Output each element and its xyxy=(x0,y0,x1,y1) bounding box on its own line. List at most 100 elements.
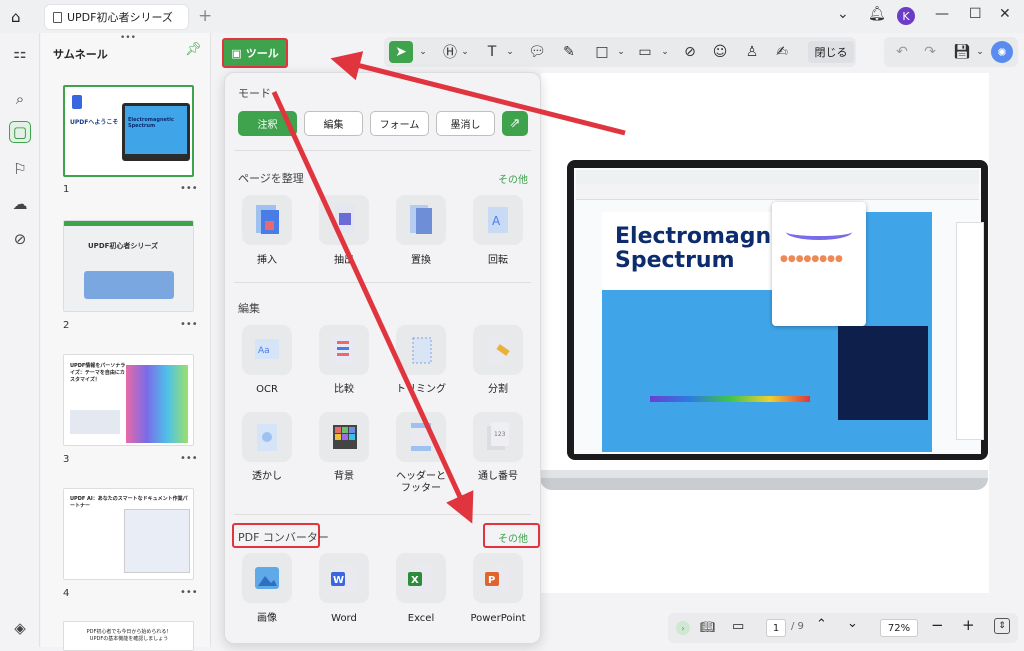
edit-section-title: 編集 xyxy=(238,302,260,315)
thumbnail-text: UPDFへようこそ xyxy=(70,119,119,126)
comment-icon[interactable]: 💬︎ xyxy=(527,41,547,63)
zoom-level[interactable]: 72% xyxy=(880,619,918,637)
more-options-icon[interactable]: ••• xyxy=(180,183,198,194)
new-tab-button[interactable]: + xyxy=(198,6,212,26)
previous-page-icon[interactable]: ⌃ xyxy=(816,617,827,632)
compare-icon[interactable] xyxy=(319,325,369,375)
extract-page-icon[interactable] xyxy=(319,195,369,245)
attachment-icon[interactable]: ⊘ xyxy=(680,41,700,63)
insert-page-icon[interactable] xyxy=(242,195,292,245)
thumbnail-text: UPDF初心者シリーズ xyxy=(88,242,159,250)
drag-handle[interactable]: ••• xyxy=(120,33,136,43)
image-label: 画像 xyxy=(257,613,277,624)
open-external-icon[interactable]: ⇗ xyxy=(502,111,528,136)
undo-icon[interactable]: ↶ xyxy=(892,41,912,63)
extract-label: 抽出 xyxy=(334,255,354,266)
close-tool-button[interactable]: 閉じる xyxy=(808,41,854,63)
page-number-3: 3 xyxy=(63,454,70,465)
comment-icon[interactable]: ☁ xyxy=(9,193,31,215)
organize-more-link[interactable]: その他 xyxy=(498,171,528,186)
background-icon[interactable] xyxy=(319,412,369,462)
expand-icon[interactable]: › xyxy=(676,621,690,635)
mode-annotate-button[interactable]: 注釈 xyxy=(238,111,297,136)
thumbnail-panel-title: サムネール xyxy=(53,48,108,61)
measure-icon[interactable]: ▭ xyxy=(635,41,655,63)
avatar[interactable]: K xyxy=(897,7,915,25)
grid-icon[interactable]: ⚏ xyxy=(9,42,31,64)
redo-icon[interactable]: ↷ xyxy=(920,41,940,63)
maximize-button[interactable]: ☐ xyxy=(969,6,982,22)
chevron-down-icon[interactable]: ⌄ xyxy=(970,41,990,63)
ocr-icon[interactable]: Aa xyxy=(242,325,292,375)
search-icon[interactable]: ⌕ xyxy=(9,88,31,110)
next-page-icon[interactable]: ⌄ xyxy=(847,616,858,631)
reading-mode-icon[interactable]: 📖︎ xyxy=(700,620,715,634)
crop-icon[interactable] xyxy=(396,325,446,375)
chevron-down-icon[interactable]: ⌄ xyxy=(655,41,675,63)
more-options-icon[interactable]: ••• xyxy=(180,453,198,464)
laptop-app-tabbar xyxy=(576,170,979,184)
stamp-icon[interactable]: ♙ xyxy=(742,41,762,63)
thumbnail-page-4[interactable]: UPDF AI：あなたのスマートなドキュメント作業パートナー xyxy=(63,488,194,580)
split-icon[interactable] xyxy=(473,325,523,375)
chevron-down-icon[interactable]: ⌄ xyxy=(500,41,520,63)
header-footer-icon[interactable] xyxy=(396,412,446,462)
select-cursor-icon[interactable]: ➤ xyxy=(389,41,413,63)
chevron-down-icon[interactable]: ⌄ xyxy=(413,41,433,63)
thumbnail-page-1[interactable]: UPDFへようこそ Electromagnetic Spectrum xyxy=(63,85,194,177)
replace-label: 置換 xyxy=(411,255,431,266)
logo-icon xyxy=(72,95,82,109)
mode-redact-button[interactable]: 墨消し xyxy=(436,111,495,136)
sticker-icon[interactable]: ☺ xyxy=(710,41,730,63)
rotate-page-icon[interactable]: A xyxy=(473,195,523,245)
more-options-icon[interactable]: ••• xyxy=(180,587,198,598)
layers-icon[interactable]: ◈ xyxy=(9,617,31,639)
converter-more-link[interactable]: その他 xyxy=(498,530,528,545)
chevron-down-icon[interactable]: ⌄ xyxy=(611,41,631,63)
image-icon[interactable] xyxy=(242,553,292,603)
bell-icon[interactable]: 🔔︎ xyxy=(868,6,886,22)
wave-illustration xyxy=(838,326,928,420)
signature-icon[interactable]: ✍ xyxy=(772,41,792,63)
presentation-icon[interactable]: ▭ xyxy=(732,619,744,634)
save-icon[interactable]: 💾︎ xyxy=(952,41,972,63)
home-icon[interactable]: ⌂ xyxy=(11,8,21,26)
chevron-down-icon[interactable]: ⌄ xyxy=(455,41,475,63)
mode-edit-button[interactable]: 編集 xyxy=(304,111,363,136)
tools-button[interactable]: ▣ ツール xyxy=(222,38,288,68)
excel-icon[interactable]: X xyxy=(396,553,446,603)
rotate-label: 回転 xyxy=(488,255,508,266)
pin-icon[interactable]: 📌︎ xyxy=(185,42,202,57)
chevron-down-icon[interactable]: ⌄ xyxy=(837,6,849,22)
bookmark-icon[interactable]: ⚐ xyxy=(9,158,31,180)
toolbox-icon: ▣ xyxy=(231,46,242,60)
thumbnail-page-3[interactable]: UPDF情報をパーソナライズ：テーマを自由にカスタマイズ！ xyxy=(63,354,194,446)
minimize-button[interactable]: — xyxy=(935,6,949,22)
thumbnails-icon[interactable]: ▢ xyxy=(9,121,31,143)
replace-page-icon[interactable] xyxy=(396,195,446,245)
zoom-out-icon[interactable]: − xyxy=(931,616,944,634)
header-footer-label: ヘッダーと フッター xyxy=(396,471,446,494)
watermark-icon[interactable] xyxy=(242,412,292,462)
zoom-in-icon[interactable]: + xyxy=(962,616,975,634)
document-tab[interactable]: UPDF初心者シリーズ xyxy=(44,4,189,30)
attachment-icon[interactable]: ⊘ xyxy=(9,228,31,250)
shape-icon[interactable]: □ xyxy=(592,41,612,63)
powerpoint-icon[interactable]: P xyxy=(473,553,523,603)
ai-assistant-icon[interactable]: ✺ xyxy=(991,41,1013,63)
document-tab-title: UPDF初心者シリーズ xyxy=(67,11,173,24)
laptop-base xyxy=(540,478,988,490)
tools-button-label: ツール xyxy=(245,47,279,60)
thumbnail-page-2[interactable]: UPDF初心者シリーズ xyxy=(63,220,194,312)
more-options-icon[interactable]: ••• xyxy=(180,319,198,330)
color-palette[interactable]: ●●●●●●●● xyxy=(780,254,843,264)
mode-form-button[interactable]: フォーム xyxy=(370,111,429,136)
page-number-input[interactable]: 1 xyxy=(766,619,786,637)
text-icon[interactable]: T xyxy=(482,41,502,63)
pencil-icon[interactable]: ✎ xyxy=(559,41,579,63)
word-icon[interactable]: W xyxy=(319,553,369,603)
fit-page-icon[interactable]: ⇕ xyxy=(994,618,1010,634)
close-window-button[interactable]: ✕ xyxy=(999,6,1011,22)
pen-preview xyxy=(786,224,852,240)
bates-number-icon[interactable]: 123 xyxy=(473,412,523,462)
